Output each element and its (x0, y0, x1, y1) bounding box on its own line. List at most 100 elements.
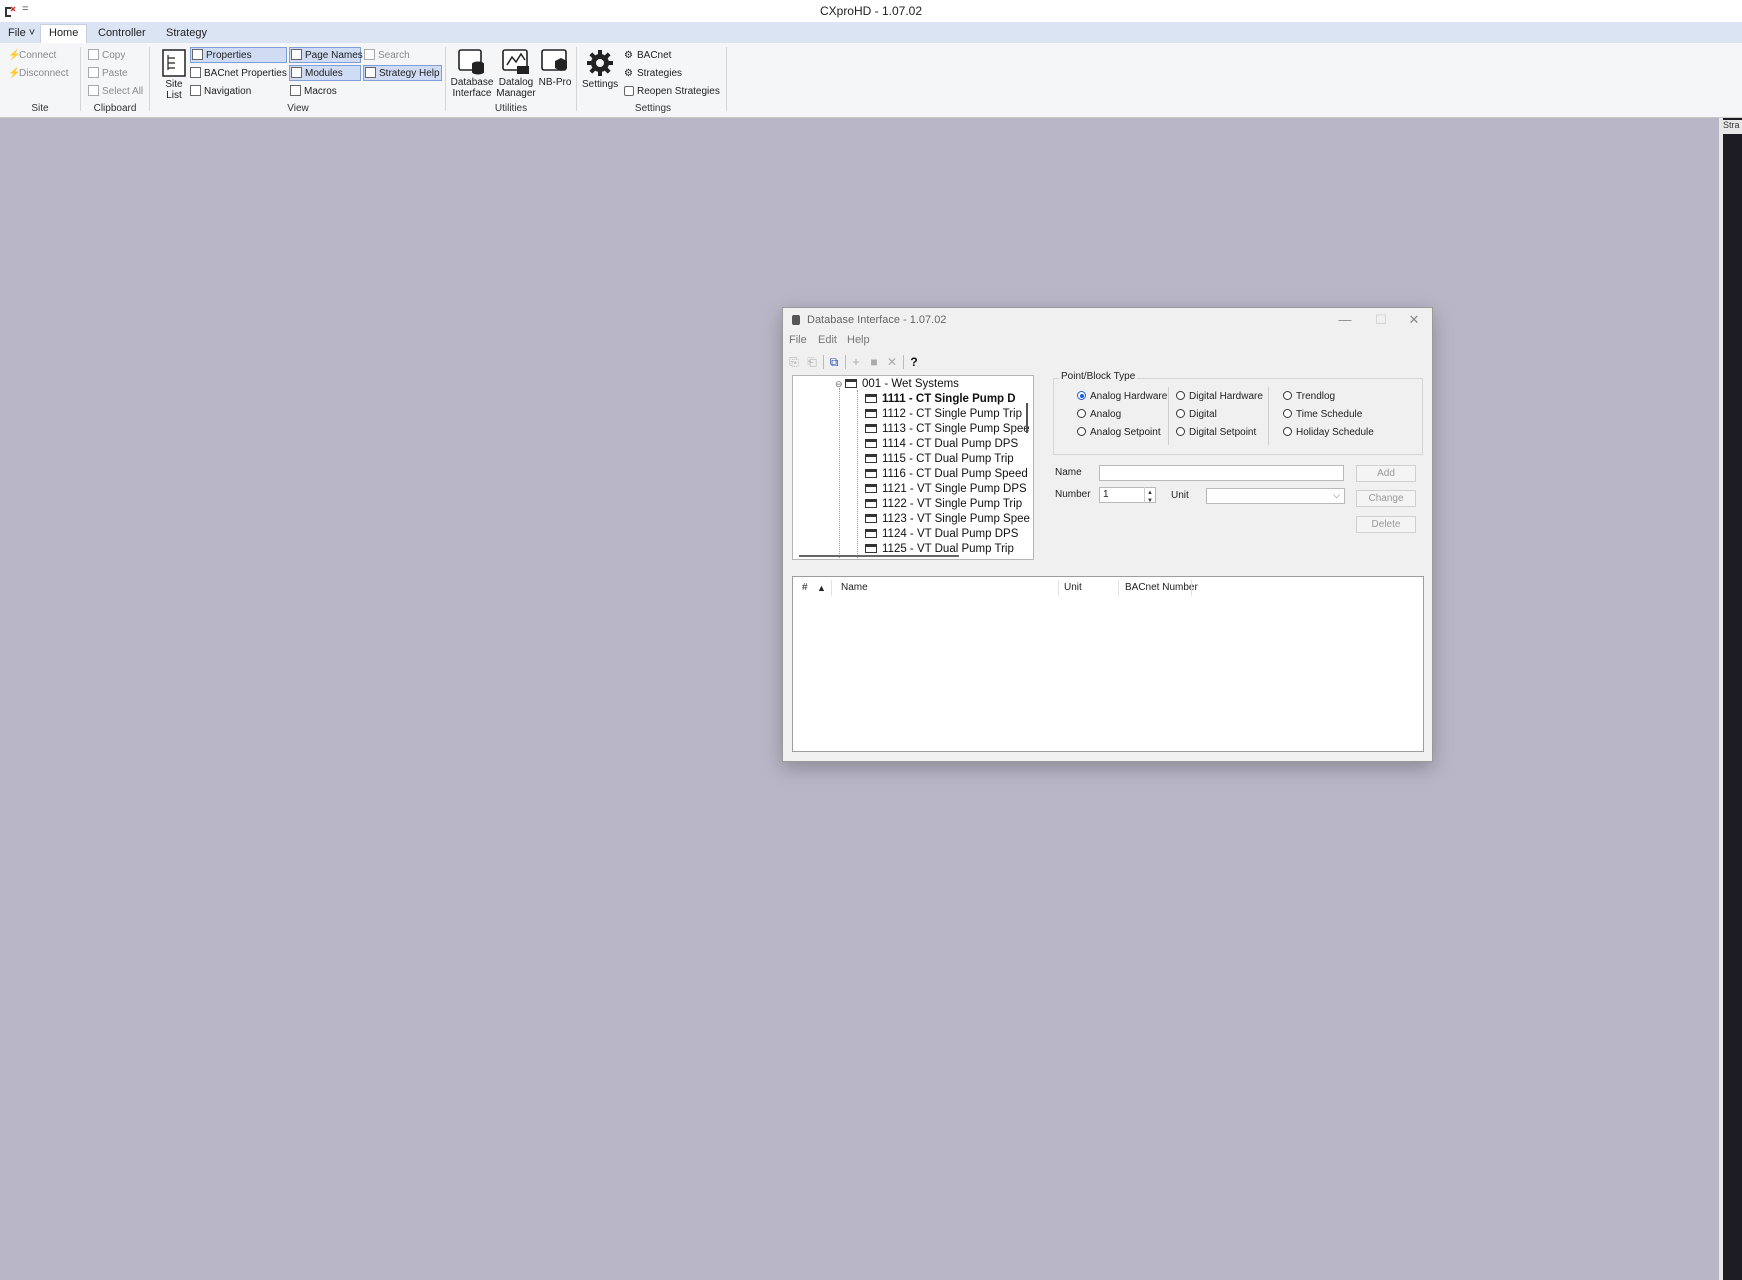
delete-point-icon[interactable]: ✕ (885, 355, 899, 369)
modules-icon (291, 67, 302, 78)
database-tree[interactable]: ⊖ 001 - Wet Systems 1111 - CT Single Pump… (792, 375, 1034, 560)
radio-digital-hardware[interactable]: Digital Hardware (1176, 390, 1263, 404)
help-question-icon[interactable]: ? (907, 355, 921, 369)
tree-horizontal-scrollbar[interactable] (799, 555, 959, 557)
radio-analog-setpoint[interactable]: Analog Setpoint (1077, 426, 1161, 440)
column-divider[interactable] (1191, 580, 1192, 596)
maximize-button[interactable]: ☐ (1366, 311, 1396, 329)
column-header-bacnet-number[interactable]: BACnet Number (1125, 577, 1198, 599)
database-interface-label-2: Interface (452, 88, 492, 99)
page-names-toggle[interactable]: Page Names (289, 47, 363, 63)
tree-item[interactable]: 1113 - CT Single Pump Spee (865, 422, 1030, 437)
bacnet-settings-button[interactable]: ⚙ BACnet (624, 48, 671, 64)
strategy-side-panel: Stra (1723, 118, 1742, 1280)
tree-vertical-scrollbar[interactable] (1023, 375, 1031, 558)
settings-button[interactable]: Settings (582, 49, 618, 90)
edit-point-icon[interactable]: ■ (867, 355, 881, 369)
radio-digital-setpoint[interactable]: Digital Setpoint (1176, 426, 1256, 440)
database-interface-button[interactable]: Database Interface (450, 49, 494, 99)
radio-digital[interactable]: Digital (1176, 408, 1217, 422)
sort-ascending-icon[interactable]: ▲ (817, 577, 826, 599)
properties-toggle[interactable]: Properties (190, 47, 287, 63)
datalog-manager-icon (502, 49, 529, 74)
number-stepper[interactable]: 1 (1099, 486, 1156, 508)
delete-button[interactable]: Delete (1356, 516, 1416, 533)
site-list-button[interactable]: Site List (156, 49, 192, 101)
select-all-button[interactable]: Select All (88, 84, 143, 100)
ribbon-separator (149, 47, 150, 111)
bacnet-gear-icon: ⚙ (624, 50, 633, 61)
tree-item[interactable]: 1115 - CT Dual Pump Trip (865, 452, 1014, 467)
reopen-strategies-checkbox[interactable]: Reopen Strategies (624, 84, 720, 100)
tree-scroll-thumb[interactable] (1026, 403, 1028, 433)
radio-holiday-schedule[interactable]: Holiday Schedule (1283, 426, 1374, 440)
radio-label: Digital (1189, 409, 1217, 420)
radio-unselected-icon (1176, 391, 1185, 400)
minimize-button[interactable]: — (1330, 311, 1360, 329)
tree-item[interactable]: 1116 - CT Dual Pump Speed (865, 467, 1028, 482)
paste-icon[interactable]: ⎗ (805, 355, 819, 369)
menu-file[interactable]: File (789, 334, 807, 346)
tab-controller[interactable]: Controller (90, 25, 154, 43)
tree-item[interactable]: 1121 - VT Single Pump DPS (865, 482, 1027, 497)
module-icon (865, 499, 877, 508)
bacnet-properties-icon (190, 67, 201, 78)
nb-pro-button[interactable]: NB-Pro (538, 49, 572, 88)
search-label: Search (378, 50, 410, 61)
strategy-help-toggle[interactable]: Strategy Help (363, 65, 442, 81)
radio-trendlog[interactable]: Trendlog (1283, 390, 1335, 404)
tree-item[interactable]: 1122 - VT Single Pump Trip (865, 497, 1022, 512)
close-button[interactable]: ✕ (1399, 311, 1429, 329)
disconnect-button[interactable]: ⚡Disconnect (8, 66, 68, 82)
search-toggle[interactable]: Search (364, 48, 410, 64)
column-divider[interactable] (1058, 580, 1059, 596)
bacnet-properties-toggle[interactable]: BACnet Properties (190, 66, 287, 82)
gear-icon (587, 50, 613, 76)
copy-button[interactable]: Copy (88, 48, 125, 64)
tab-strategy[interactable]: Strategy (158, 25, 215, 43)
tree-item[interactable]: 1123 - VT Single Pump Spee (865, 512, 1030, 527)
tree-node-root[interactable]: ⊖ 001 - Wet Systems (835, 377, 959, 392)
tab-home[interactable]: Home (40, 24, 88, 44)
strategy-help-label: Strategy Help (379, 68, 440, 79)
duplicate-icon[interactable]: ⧉ (827, 355, 841, 369)
paste-button[interactable]: Paste (88, 66, 128, 82)
radio-unselected-icon (1176, 427, 1185, 436)
connect-plug-icon: ⚡ (8, 50, 21, 61)
name-field[interactable] (1099, 465, 1344, 481)
module-icon (865, 514, 877, 523)
dialog-titlebar[interactable]: Database Interface - 1.07.02 — ☐ ✕ (783, 308, 1432, 332)
radio-analog-hardware[interactable]: Analog Hardware (1077, 390, 1167, 404)
tree-item[interactable]: 1111 - CT Single Pump D (865, 392, 1016, 407)
modules-toggle[interactable]: Modules (289, 65, 361, 81)
side-panel-header[interactable]: Stra (1723, 120, 1742, 134)
strategies-settings-button[interactable]: ⚙ Strategies (624, 66, 682, 82)
column-header-name[interactable]: Name (841, 577, 868, 599)
radio-time-schedule[interactable]: Time Schedule (1283, 408, 1362, 422)
tree-item-label: 1116 - CT Dual Pump Speed (882, 468, 1028, 480)
add-button[interactable]: Add (1356, 465, 1416, 482)
tree-item-label: 1122 - VT Single Pump Trip (882, 498, 1023, 510)
connect-button[interactable]: ⚡Connect (8, 48, 56, 64)
tree-item[interactable]: 1124 - VT Dual Pump DPS (865, 527, 1018, 542)
stepper-arrows-icon[interactable] (1144, 486, 1156, 508)
tree-item[interactable]: 1114 - CT Dual Pump DPS (865, 437, 1018, 452)
tab-file[interactable]: File ˅ (0, 25, 43, 43)
column-header-unit[interactable]: Unit (1064, 577, 1082, 599)
menu-edit[interactable]: Edit (818, 334, 837, 346)
radio-label: Analog Hardware (1090, 391, 1168, 402)
points-list[interactable]: # ▲ Name Unit BACnet Number (792, 576, 1424, 752)
navigation-toggle[interactable]: Navigation (190, 84, 251, 100)
copy-icon[interactable]: ⎘ (787, 355, 801, 369)
unit-select[interactable]: ⌵ (1206, 488, 1345, 504)
column-header-number[interactable]: # (802, 577, 808, 599)
tree-item[interactable]: 1112 - CT Single Pump Trip (865, 407, 1022, 422)
column-divider[interactable] (831, 580, 832, 596)
datalog-manager-button[interactable]: Datalog Manager (494, 49, 538, 99)
macros-toggle[interactable]: Macros (290, 84, 337, 100)
menu-help[interactable]: Help (847, 334, 870, 346)
column-divider[interactable] (1118, 580, 1119, 596)
add-point-icon[interactable]: + (849, 355, 863, 369)
change-button[interactable]: Change (1356, 490, 1416, 507)
radio-analog[interactable]: Analog (1077, 408, 1121, 422)
